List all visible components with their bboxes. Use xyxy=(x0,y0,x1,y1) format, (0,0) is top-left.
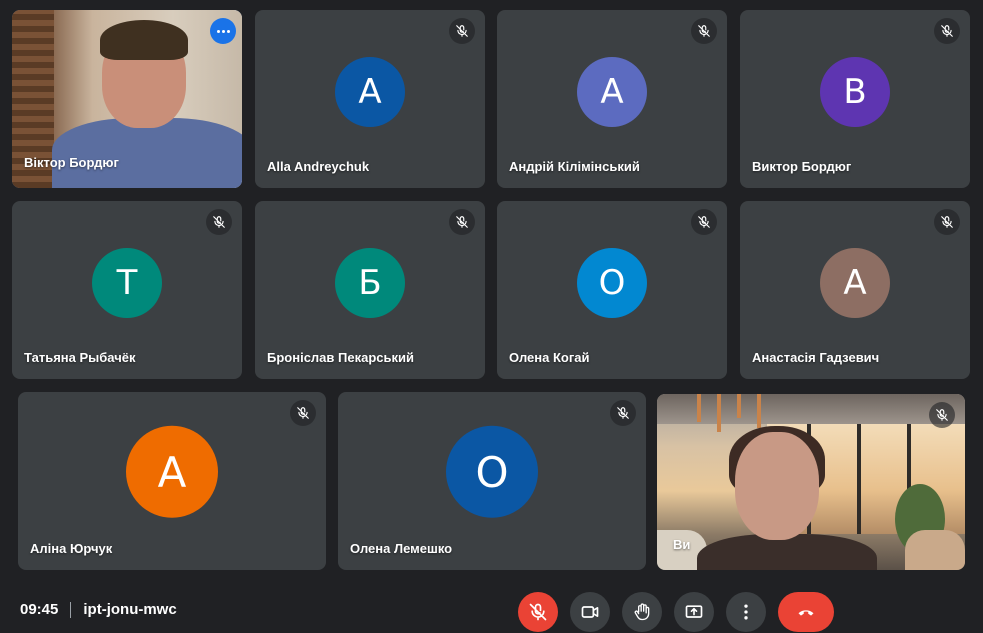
participant-name: Андрій Кілімінський xyxy=(509,159,640,174)
present-screen-icon xyxy=(685,605,703,618)
mic-off-icon xyxy=(529,603,547,621)
participant-tile-olena-lemeshko[interactable]: О Олена Лемешко xyxy=(338,392,646,570)
raise-hand-button[interactable] xyxy=(622,592,662,632)
participant-tile-alina-yurchuk[interactable]: А Аліна Юрчук xyxy=(18,392,326,570)
participant-avatar: A xyxy=(335,57,405,127)
mic-off-icon xyxy=(449,209,475,235)
mic-off-icon xyxy=(290,400,316,426)
participant-avatar: А xyxy=(577,57,647,127)
participant-tile-andrii-kiliminskyi[interactable]: А Андрій Кілімінський xyxy=(497,10,727,188)
mic-off-icon xyxy=(691,18,717,44)
mic-off-icon xyxy=(610,400,636,426)
participant-name: Олена Лемешко xyxy=(350,541,453,556)
participant-avatar: В xyxy=(820,57,890,127)
more-options-icon[interactable] xyxy=(210,18,236,44)
end-call-button[interactable] xyxy=(778,592,834,632)
participant-name: Олена Когай xyxy=(509,350,590,365)
mic-off-icon xyxy=(934,209,960,235)
participant-avatar: А xyxy=(126,425,218,518)
toggle-camera-button[interactable] xyxy=(570,592,610,632)
meeting-info: 09:45 ipt-jonu-mwc xyxy=(20,601,177,618)
participant-tile-olena-kogai[interactable]: О Олена Когай xyxy=(497,201,727,379)
participant-tile-viktor-bordyug[interactable]: В Виктор Бордюг xyxy=(740,10,970,188)
participant-name: Alla Andreychuk xyxy=(267,159,370,174)
more-options-button[interactable] xyxy=(726,592,766,632)
participant-avatar: Т xyxy=(92,248,162,318)
participant-name: Анастасія Гадзевич xyxy=(752,350,880,365)
participant-tile-self[interactable]: Ви xyxy=(657,394,965,570)
end-call-icon xyxy=(798,610,814,616)
mic-off-icon xyxy=(691,209,717,235)
participant-name: Аліна Юрчук xyxy=(30,541,113,556)
mic-off-icon xyxy=(449,18,475,44)
participant-video xyxy=(657,394,965,570)
participant-tile-bronislav-pekarskyi[interactable]: Б Броніслав Пекарський xyxy=(255,201,485,379)
separator xyxy=(70,601,72,618)
participant-avatar: Б xyxy=(335,248,405,318)
present-screen-button[interactable] xyxy=(674,592,714,632)
participant-avatar: О xyxy=(446,425,538,518)
participant-tile-alla-andreychuk[interactable]: A Alla Andreychuk xyxy=(255,10,485,188)
more-vert-icon xyxy=(744,604,748,620)
participant-tile-tatiana-rybachek[interactable]: Т Татьяна Рыбачёк xyxy=(12,201,242,379)
mic-off-icon xyxy=(934,18,960,44)
participant-avatar: О xyxy=(577,248,647,318)
hand-icon xyxy=(634,603,650,621)
participant-name: Броніслав Пекарський xyxy=(267,350,414,365)
participant-name: Віктор Бордюг xyxy=(24,155,119,170)
mic-off-icon xyxy=(929,402,955,428)
participant-tile-anastasiia-gadzevych[interactable]: А Анастасія Гадзевич xyxy=(740,201,970,379)
meeting-code[interactable]: ipt-jonu-mwc xyxy=(83,601,176,618)
toggle-mic-button[interactable] xyxy=(518,592,558,632)
meeting-time: 09:45 xyxy=(20,601,59,618)
participant-tile-viktor-bordiug[interactable]: Віктор Бордюг xyxy=(12,10,242,188)
camera-icon xyxy=(581,606,599,618)
participant-name: Ви xyxy=(673,537,691,552)
mic-off-icon xyxy=(206,209,232,235)
participant-avatar: А xyxy=(820,248,890,318)
participant-name: Виктор Бордюг xyxy=(752,159,852,174)
participant-name: Татьяна Рыбачёк xyxy=(24,350,136,365)
